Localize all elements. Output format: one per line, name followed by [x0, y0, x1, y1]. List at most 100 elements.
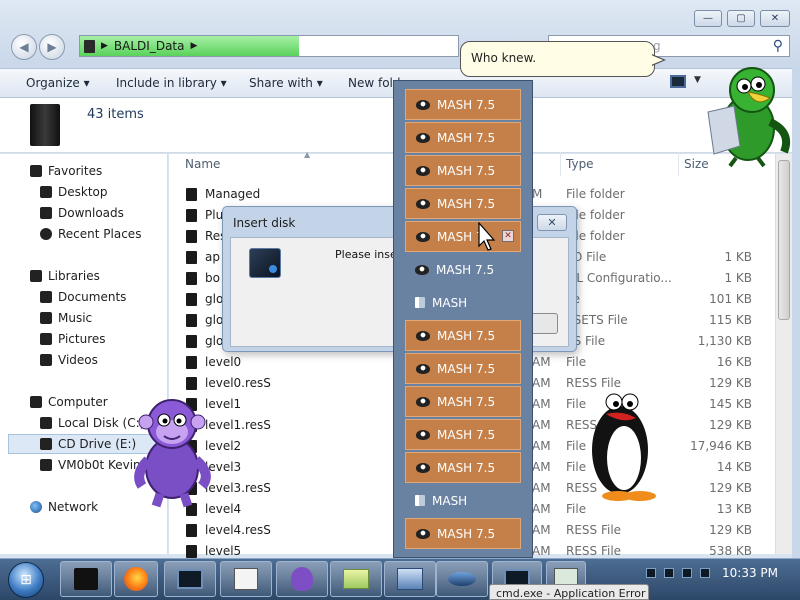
taskbar-firefox[interactable]: [114, 561, 158, 597]
file-row[interactable]: level0.resS: [186, 376, 271, 390]
search-icon[interactable]: ⚲: [773, 38, 783, 54]
taskbar-folder[interactable]: [330, 561, 382, 597]
file-size: 14 KB: [716, 460, 752, 474]
close-button[interactable]: ✕: [760, 10, 790, 27]
taskbar-monitor-app[interactable]: [164, 561, 216, 597]
taskbar-bonzi[interactable]: [276, 561, 328, 597]
tray-icon[interactable]: [682, 568, 692, 578]
column-separator: [678, 152, 679, 176]
file-icon: [186, 208, 197, 222]
dialog-close-button[interactable]: ✕: [537, 214, 567, 231]
sidebar-documents[interactable]: Documents: [40, 290, 126, 304]
forward-button[interactable]: ▶: [39, 34, 65, 60]
file-name: glo: [205, 292, 224, 306]
mash-item-label: MASH 7.5: [437, 526, 496, 541]
start-button[interactable]: ⊞: [8, 562, 44, 598]
sidebar-favorites[interactable]: Favorites: [30, 164, 102, 178]
taskbar-explorer-drive[interactable]: [60, 561, 112, 597]
file-row[interactable]: Plu: [186, 208, 223, 222]
mouse-cursor-icon: [478, 222, 496, 251]
mash-saucer-icon: [416, 330, 430, 341]
file-row[interactable]: ap: [186, 250, 220, 264]
sidebar-pictures[interactable]: Pictures: [40, 332, 106, 346]
mash-menu-item[interactable]: MASH 7.5: [405, 155, 521, 186]
file-row[interactable]: Res: [186, 229, 226, 243]
back-button[interactable]: ◀: [11, 34, 37, 60]
taskbar-clock[interactable]: 10:33 PM: [722, 566, 778, 580]
mash-menu-item[interactable]: MASH: [405, 287, 521, 318]
sidebar-desktop[interactable]: Desktop: [40, 185, 108, 199]
mash-menu-item[interactable]: MASH 7.5: [405, 419, 521, 450]
include-in-library-menu[interactable]: Include in library ▾: [116, 76, 227, 90]
tray-icon[interactable]: [646, 568, 656, 578]
file-row[interactable]: level5: [186, 544, 241, 558]
file-name: level4.resS: [205, 523, 271, 537]
file-row[interactable]: glo: [186, 313, 223, 327]
file-row[interactable]: glo: [186, 334, 223, 348]
taskbar-document-app[interactable]: [220, 561, 272, 597]
sidebar-vm-share[interactable]: VM0b0t Kevin: [40, 458, 141, 472]
sidebar-label: Favorites: [48, 164, 103, 178]
tray-icon[interactable]: [700, 568, 710, 578]
taskbar-saucer-app[interactable]: [436, 561, 488, 597]
sidebar-computer[interactable]: Computer: [30, 395, 108, 409]
mash-item-label: MASH 7.5: [437, 163, 496, 178]
pictures-icon: [40, 333, 52, 345]
tray-icon[interactable]: [664, 568, 674, 578]
file-size: 1,130 KB: [697, 334, 752, 348]
music-icon: [40, 312, 52, 324]
file-icon: [186, 250, 197, 264]
mash-menu-item[interactable]: MASH 7.5: [405, 386, 521, 417]
file-row[interactable]: glo: [186, 292, 223, 306]
scrollbar-thumb[interactable]: [778, 160, 790, 320]
share-with-menu[interactable]: Share with ▾: [249, 76, 323, 90]
dialog-ok-button[interactable]: [530, 313, 558, 334]
mash-menu-item[interactable]: MASH 7. ✕: [405, 221, 521, 252]
minimize-button[interactable]: —: [694, 10, 722, 27]
sidebar-recent-places[interactable]: Recent Places: [40, 227, 141, 241]
sidebar-cd-drive[interactable]: CD Drive (E:): [40, 437, 136, 451]
mash-item-label: MASH 7.5: [437, 130, 496, 145]
vertical-scrollbar[interactable]: [775, 154, 792, 554]
mash-menu-item[interactable]: MASH 7.5: [405, 254, 521, 285]
sidebar-downloads[interactable]: Downloads: [40, 206, 124, 220]
mash-menu-item[interactable]: MASH 7.5: [405, 353, 521, 384]
file-row[interactable]: level0: [186, 355, 241, 369]
taskbar-network-app[interactable]: [384, 561, 436, 597]
organize-menu[interactable]: Organize ▾: [26, 76, 90, 90]
bonzi-buddy-character[interactable]: [128, 394, 216, 508]
green-parrot-character[interactable]: [700, 62, 800, 168]
file-row[interactable]: level4.resS: [186, 523, 271, 537]
file-type: ML Configuratio...: [566, 271, 672, 285]
mash-menu-item[interactable]: MASH: [405, 485, 521, 516]
sidebar-libraries[interactable]: Libraries: [30, 269, 100, 283]
column-header-name[interactable]: Name: [185, 157, 220, 171]
file-row[interactable]: Managed: [186, 187, 260, 201]
mash-menu-item[interactable]: MASH 7.5: [405, 89, 521, 120]
cmd-error-window-tab[interactable]: cmd.exe - Application Error: [489, 584, 649, 600]
column-separator: [560, 152, 561, 176]
sidebar-music[interactable]: Music: [40, 311, 92, 325]
file-type: RESS File: [566, 544, 622, 558]
file-modified: AM: [532, 418, 551, 432]
sidebar-videos[interactable]: Videos: [40, 353, 98, 367]
back-arrow-icon: ◀: [19, 40, 29, 54]
mash-menu-item[interactable]: MASH 7.5: [405, 122, 521, 153]
mash-saucer-icon: [416, 165, 430, 176]
column-header-type[interactable]: Type: [566, 157, 594, 171]
mash-menu-item[interactable]: MASH 7.5: [405, 452, 521, 483]
mash-item-close-icon[interactable]: ✕: [502, 230, 514, 242]
file-row[interactable]: bo: [186, 271, 220, 285]
maximize-button[interactable]: ▢: [727, 10, 755, 27]
bonzi-icon: [291, 567, 313, 591]
mash-menu-item[interactable]: MASH 7.5: [405, 320, 521, 351]
file-modified: M: [532, 187, 543, 201]
pingu-penguin-character[interactable]: [584, 380, 660, 504]
breadcrumb-folder[interactable]: BALDI_Data: [114, 39, 185, 53]
file-size: 145 KB: [709, 397, 752, 411]
view-options-icon[interactable]: [670, 75, 686, 88]
mash-menu-item[interactable]: MASH 7.5: [405, 188, 521, 219]
mash-menu-item[interactable]: MASH 7.5: [405, 518, 521, 549]
sidebar-network[interactable]: Network: [30, 500, 98, 514]
address-bar[interactable]: ▶ BALDI_Data ▶: [79, 35, 459, 57]
